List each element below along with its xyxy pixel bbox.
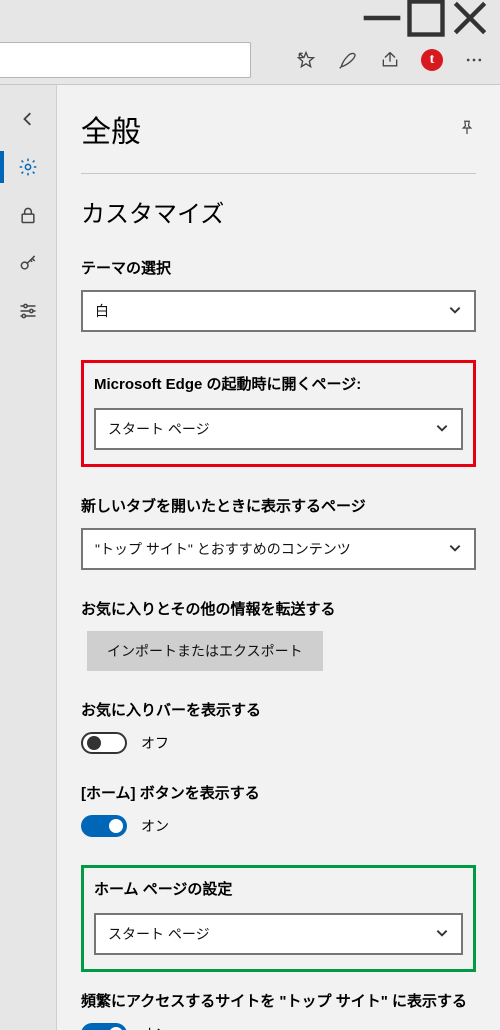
settings-sidebar xyxy=(0,85,57,1030)
theme-select-value: 白 xyxy=(95,301,109,321)
window-close-button[interactable] xyxy=(448,0,492,36)
gear-icon xyxy=(18,157,38,177)
topsites-toggle[interactable] xyxy=(81,1023,127,1030)
sliders-icon xyxy=(18,301,38,321)
more-icon[interactable] xyxy=(454,42,494,78)
homepage-group-highlight: ホーム ページの設定 スタート ページ xyxy=(81,865,476,972)
key-icon xyxy=(18,253,38,273)
share-icon[interactable] xyxy=(370,42,410,78)
homebtn-group: [ホーム] ボタンを表示する オン xyxy=(81,782,476,837)
browser-toolbar xyxy=(0,36,500,85)
import-export-button[interactable]: インポートまたはエクスポート xyxy=(87,631,323,671)
trendmicro-icon[interactable] xyxy=(412,42,452,78)
startup-label: Microsoft Edge の起動時に開くページ: xyxy=(94,373,463,394)
sidebar-item-advanced[interactable] xyxy=(6,289,50,333)
favbar-group: お気に入りバーを表示する オフ xyxy=(81,699,476,754)
favbar-label: お気に入りバーを表示する xyxy=(81,699,476,720)
window-minimize-button[interactable] xyxy=(360,0,404,36)
sidebar-item-passwords[interactable] xyxy=(6,241,50,285)
homepage-label: ホーム ページの設定 xyxy=(94,878,463,899)
homebtn-label: [ホーム] ボタンを表示する xyxy=(81,782,476,803)
back-chevron-icon[interactable] xyxy=(6,97,50,141)
theme-group: テーマの選択 白 xyxy=(81,257,476,332)
toggle-knob xyxy=(87,736,101,750)
homepage-select[interactable]: スタート ページ xyxy=(94,913,463,955)
favorites-star-icon[interactable] xyxy=(286,42,326,78)
toggle-knob xyxy=(109,819,123,833)
newtab-group: 新しいタブを開いたときに表示するページ "トップ サイト" とおすすめのコンテン… xyxy=(81,495,476,570)
section-customize-title: カスタマイズ xyxy=(81,194,476,229)
transfer-label: お気に入りとその他の情報を転送する xyxy=(81,598,476,619)
homebtn-state: オン xyxy=(141,816,169,836)
newtab-select[interactable]: "トップ サイト" とおすすめのコンテンツ xyxy=(81,528,476,570)
chevron-down-icon xyxy=(435,926,449,943)
transfer-group: お気に入りとその他の情報を転送する インポートまたはエクスポート xyxy=(81,598,476,671)
chevron-down-icon xyxy=(448,303,462,320)
pen-icon[interactable] xyxy=(328,42,368,78)
pin-icon[interactable] xyxy=(458,119,476,140)
homepage-select-value: スタート ページ xyxy=(108,924,210,944)
lock-icon xyxy=(18,205,38,225)
sidebar-item-general[interactable] xyxy=(0,145,56,189)
favbar-toggle[interactable] xyxy=(81,732,127,754)
url-input[interactable] xyxy=(0,42,251,78)
window-titlebar xyxy=(0,0,500,36)
startup-select[interactable]: スタート ページ xyxy=(94,408,463,450)
theme-select[interactable]: 白 xyxy=(81,290,476,332)
window-maximize-button[interactable] xyxy=(404,0,448,36)
topsites-label: 頻繁にアクセスするサイトを "トップ サイト" に表示する xyxy=(81,990,476,1011)
settings-pane: 全般 カスタマイズ テーマの選択 白 Microsoft Edge の起動時に開… xyxy=(57,85,500,1030)
topsites-group: 頻繁にアクセスするサイトを "トップ サイト" に表示する オン xyxy=(81,990,476,1030)
chevron-down-icon xyxy=(435,421,449,438)
newtab-label: 新しいタブを開いたときに表示するページ xyxy=(81,495,476,516)
newtab-select-value: "トップ サイト" とおすすめのコンテンツ xyxy=(95,539,351,559)
homebtn-toggle[interactable] xyxy=(81,815,127,837)
startup-group-highlight: Microsoft Edge の起動時に開くページ: スタート ページ xyxy=(81,360,476,467)
favbar-state: オフ xyxy=(141,733,169,753)
topsites-state: オン xyxy=(141,1024,169,1030)
active-indicator xyxy=(0,151,4,183)
sidebar-item-privacy[interactable] xyxy=(6,193,50,237)
chevron-down-icon xyxy=(448,541,462,558)
startup-select-value: スタート ページ xyxy=(108,419,210,439)
page-title: 全般 xyxy=(81,107,141,151)
theme-label: テーマの選択 xyxy=(81,257,476,278)
